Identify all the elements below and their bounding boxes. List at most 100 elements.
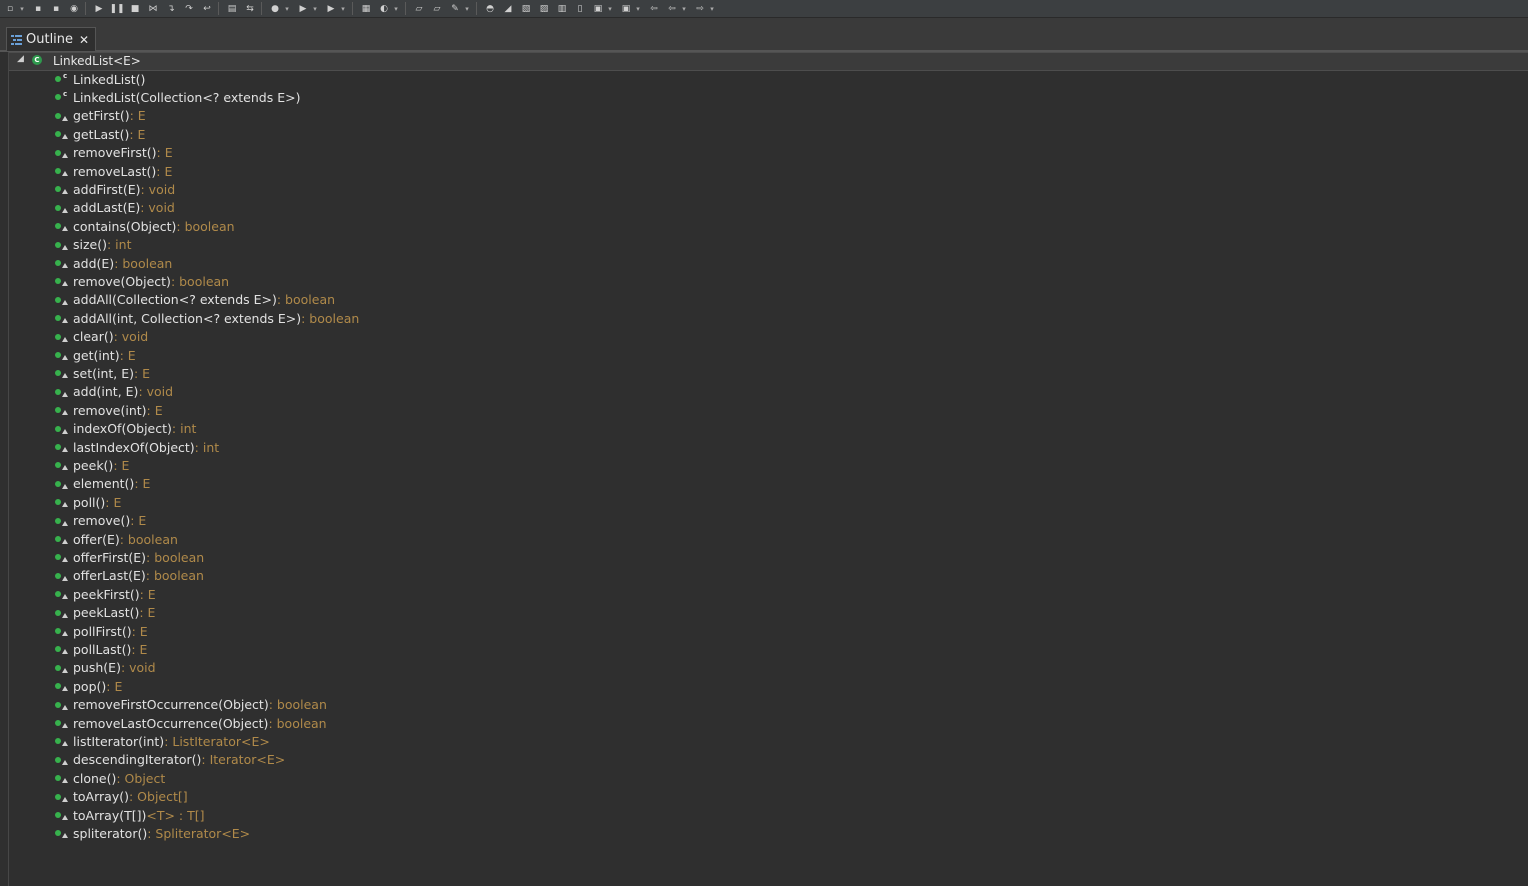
use-step-filters-icon[interactable]: ⇆ <box>243 3 257 15</box>
dropdown-arrow-icon[interactable]: ▾ <box>463 3 471 15</box>
toggle-mark-occurrences-icon[interactable]: ◢ <box>501 3 515 15</box>
show-source-icon[interactable]: ▥ <box>555 3 569 15</box>
outline-method-item[interactable]: get(int) : E <box>53 346 136 364</box>
next-annotation-icon[interactable]: ▣ <box>591 3 605 15</box>
previous-annotation-icon[interactable]: ▣ <box>619 3 633 15</box>
terminate-icon[interactable]: ■ <box>128 3 142 15</box>
toolbar-separator <box>405 2 406 15</box>
outline-method-item[interactable]: listIterator(int) : ListIterator<E> <box>53 732 270 750</box>
outline-method-item[interactable]: removeLast() : E <box>53 162 172 180</box>
step-return-icon[interactable]: ↩ <box>200 3 214 15</box>
open-console-icon[interactable]: ▤ <box>225 3 239 15</box>
step-over-icon[interactable]: ↷ <box>182 3 196 15</box>
outline-method-item[interactable]: peekLast() : E <box>53 604 155 622</box>
dropdown-arrow-icon[interactable]: ▾ <box>18 3 26 15</box>
outline-method-item[interactable]: clear() : void <box>53 328 148 346</box>
outline-method-item[interactable]: element() : E <box>53 475 150 493</box>
outline-method-item[interactable]: removeLastOccurrence(Object) : boolean <box>53 714 327 732</box>
open-task-icon[interactable]: ▱ <box>430 3 444 15</box>
member-return-type: : void <box>113 329 149 345</box>
outline-method-item[interactable]: pollFirst() : E <box>53 622 148 640</box>
outline-method-item[interactable]: removeFirstOccurrence(Object) : boolean <box>53 696 327 714</box>
show-whitespace-icon[interactable]: ▨ <box>537 3 551 15</box>
resume-icon[interactable]: ▶ <box>92 3 106 15</box>
outline-method-item[interactable]: set(int, E) : E <box>53 364 150 382</box>
outline-method-item[interactable]: indexOf(Object) : int <box>53 420 196 438</box>
tab-outline[interactable]: Outline ✕ <box>6 27 97 51</box>
outline-method-item[interactable]: offerLast(E) : boolean <box>53 567 204 585</box>
public-method-icon <box>53 331 71 343</box>
new-icon[interactable]: ▫ <box>3 3 17 15</box>
outline-method-item[interactable]: size() : int <box>53 236 131 254</box>
outline-method-item[interactable]: getLast() : E <box>53 125 145 143</box>
save-icon[interactable]: ▪ <box>31 3 45 15</box>
debug-icon[interactable]: ● <box>268 3 282 15</box>
step-into-icon[interactable]: ↴ <box>164 3 178 15</box>
outline-method-item[interactable]: add(E) : boolean <box>53 254 172 272</box>
outline-method-item[interactable]: addAll(Collection<? extends E>) : boolea… <box>53 291 335 309</box>
member-return-type: : E <box>129 108 146 124</box>
outline-method-item[interactable]: offerFirst(E) : boolean <box>53 548 204 566</box>
outline-method-item[interactable]: removeFirst() : E <box>53 144 173 162</box>
outline-method-item[interactable]: peek() : E <box>53 456 129 474</box>
toggle-block-selection-icon[interactable]: ▧ <box>519 3 533 15</box>
forward-icon[interactable]: ⇨ <box>693 3 707 15</box>
print-icon[interactable]: ◉ <box>67 3 81 15</box>
outline-method-item[interactable]: getFirst() : E <box>53 107 146 125</box>
outline-method-item[interactable]: lastIndexOf(Object) : int <box>53 438 219 456</box>
outline-method-item[interactable]: offer(E) : boolean <box>53 530 178 548</box>
member-signature: contains(Object) <box>73 218 177 234</box>
outline-method-item[interactable]: contains(Object) : boolean <box>53 217 235 235</box>
outline-method-item[interactable]: push(E) : void <box>53 659 156 677</box>
disconnect-icon[interactable]: ⋈ <box>146 3 160 15</box>
outline-method-item[interactable]: add(int, E) : void <box>53 383 173 401</box>
last-edit-location-icon[interactable]: ⇦ <box>647 3 661 15</box>
save-all-icon[interactable]: ▪ <box>49 3 63 15</box>
outline-method-item[interactable]: toArray(T[]) <T> : T[] <box>53 806 205 824</box>
member-return-type: : E <box>106 678 123 694</box>
outline-method-item[interactable]: addFirst(E) : void <box>53 180 175 198</box>
member-signature: indexOf(Object) <box>73 421 172 437</box>
outline-constructor-item[interactable]: c LinkedList(Collection<? extends E>) <box>53 88 300 106</box>
search-icon[interactable]: ✎ <box>448 3 462 15</box>
dropdown-arrow-icon[interactable]: ▾ <box>708 3 716 15</box>
close-icon[interactable]: ✕ <box>79 33 89 47</box>
open-type-icon[interactable]: ▱ <box>412 3 426 15</box>
tree-root-row[interactable]: ◢ C LinkedList<E> <box>9 52 1528 71</box>
outline-method-item[interactable]: pollLast() : E <box>53 640 147 658</box>
outline-method-item[interactable]: poll() : E <box>53 493 121 511</box>
dropdown-arrow-icon[interactable]: ▾ <box>283 3 291 15</box>
public-method-icon <box>53 533 71 545</box>
outline-tree[interactable]: ◢ C LinkedList<E> c LinkedList() c LinkedLi… <box>8 52 1528 886</box>
dropdown-arrow-icon[interactable]: ▾ <box>311 3 319 15</box>
suspend-icon[interactable]: ❚❚ <box>109 3 124 15</box>
back-icon[interactable]: ⇦ <box>665 3 679 15</box>
collapse-icon[interactable]: ◢ <box>17 54 24 64</box>
new-java-project-icon[interactable]: ▦ <box>359 3 373 15</box>
outline-method-item[interactable]: clone() : Object <box>53 769 165 787</box>
outline-method-item[interactable]: addAll(int, Collection<? extends E>) : b… <box>53 309 359 327</box>
new-class-icon[interactable]: ◐ <box>377 3 391 15</box>
dropdown-arrow-icon[interactable]: ▾ <box>392 3 400 15</box>
show-selected-element-icon[interactable]: ▯ <box>573 3 587 15</box>
outline-method-item[interactable]: spliterator() : Spliterator<E> <box>53 824 250 842</box>
outline-method-item[interactable]: remove(int) : E <box>53 401 163 419</box>
member-signature: removeFirstOccurrence(Object) <box>73 697 269 713</box>
outline-method-item[interactable]: remove(Object) : boolean <box>53 272 229 290</box>
outline-method-item[interactable]: descendingIterator() : Iterator<E> <box>53 751 285 769</box>
tab-label: Outline <box>26 32 74 47</box>
dropdown-arrow-icon[interactable]: ▾ <box>339 3 347 15</box>
external-tools-icon[interactable]: ▶ <box>324 3 338 15</box>
run-icon[interactable]: ▶ <box>296 3 310 15</box>
outline-method-item[interactable]: remove() : E <box>53 512 146 530</box>
outline-method-item[interactable]: addLast(E) : void <box>53 199 175 217</box>
outline-method-item[interactable]: peekFirst() : E <box>53 585 156 603</box>
outline-constructor-item[interactable]: c LinkedList() <box>53 70 145 88</box>
outline-method-item[interactable]: toArray() : Object[] <box>53 788 188 806</box>
public-method-icon <box>53 754 71 766</box>
dropdown-arrow-icon[interactable]: ▾ <box>680 3 688 15</box>
dropdown-arrow-icon[interactable]: ▾ <box>634 3 642 15</box>
toggle-breadcrumb-icon[interactable]: ◓ <box>483 3 497 15</box>
dropdown-arrow-icon[interactable]: ▾ <box>606 3 614 15</box>
outline-method-item[interactable]: pop() : E <box>53 677 122 695</box>
